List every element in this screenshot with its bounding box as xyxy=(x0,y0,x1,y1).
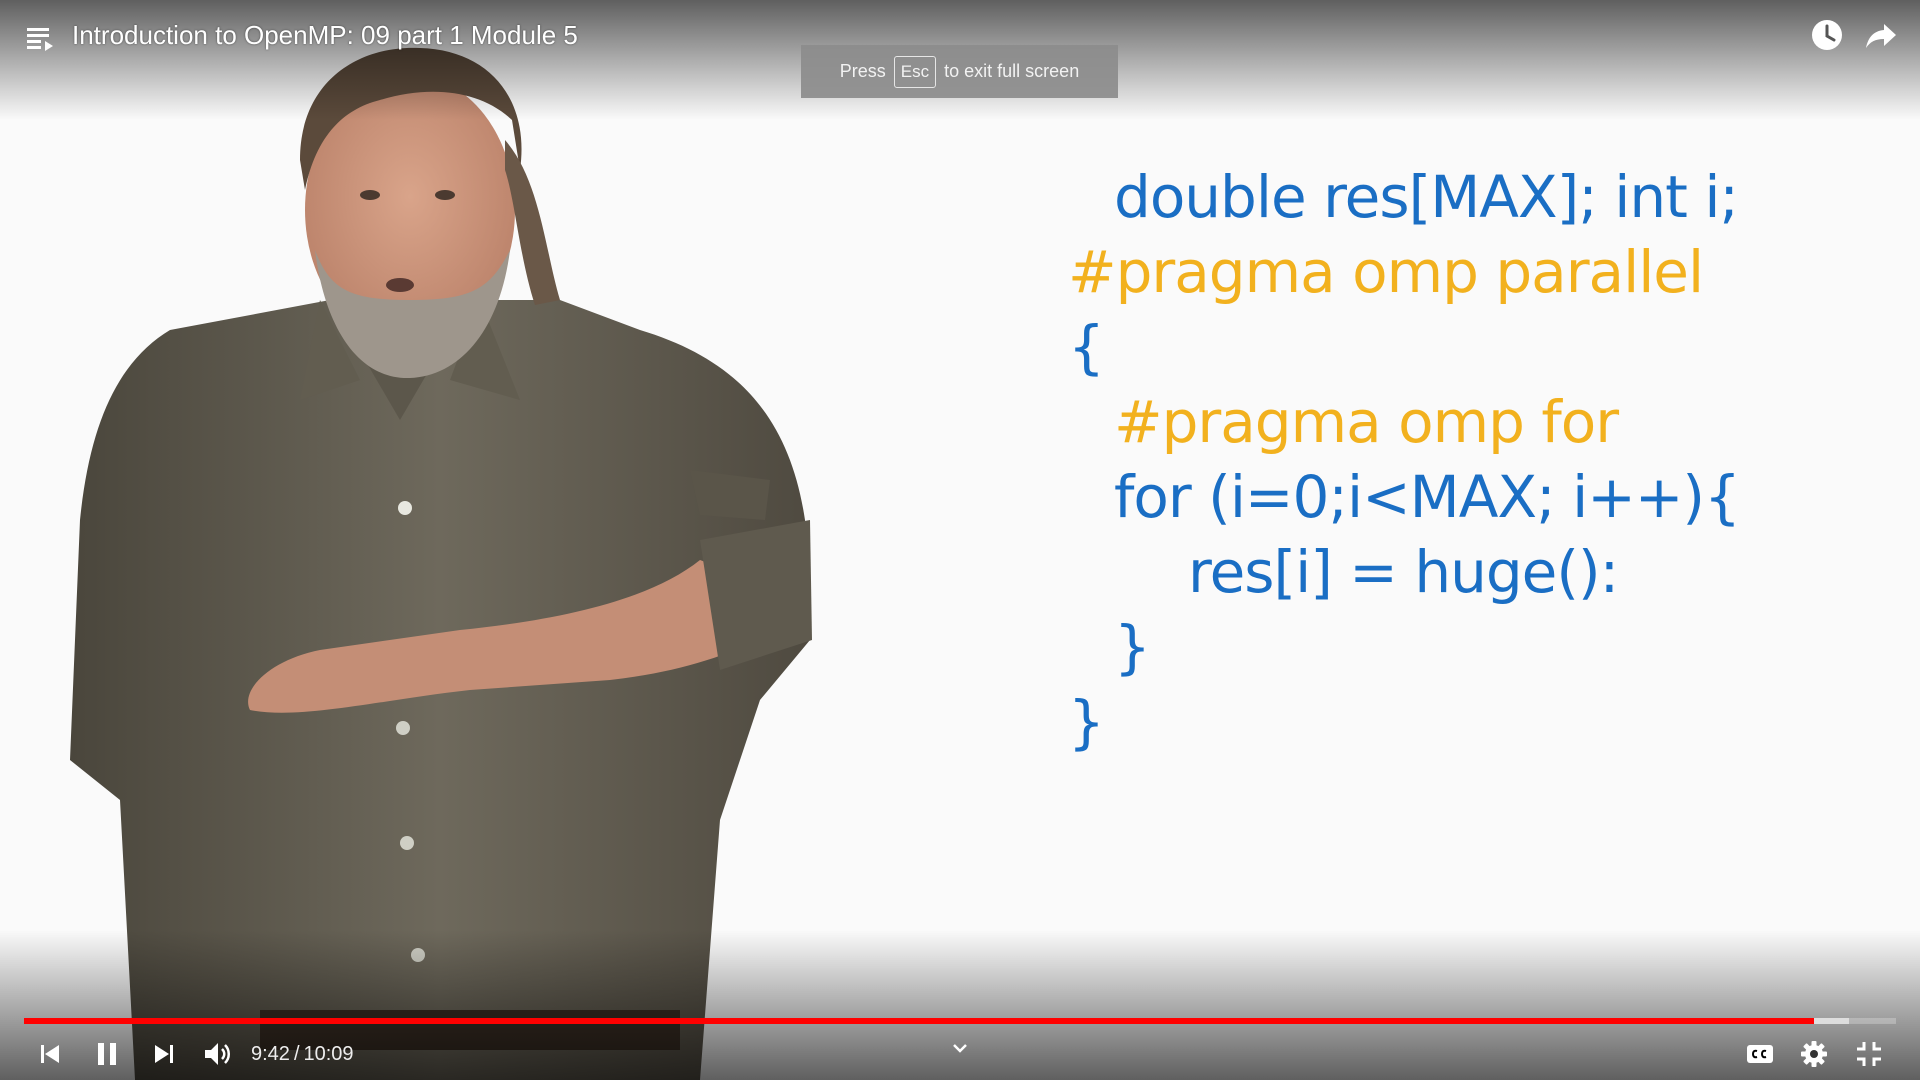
volume-icon xyxy=(205,1043,230,1065)
previous-button[interactable] xyxy=(32,1036,68,1072)
code-line: res[i] = huge(): xyxy=(1188,538,1619,606)
playlist-button[interactable] xyxy=(24,22,56,54)
time-separator: / xyxy=(293,1043,300,1065)
code-line: } xyxy=(1114,613,1151,681)
toast-prefix: Press xyxy=(839,61,886,81)
gear-icon xyxy=(1801,1041,1827,1067)
code-line: { xyxy=(1068,313,1105,381)
code-line: #pragma omp for xyxy=(1114,388,1619,456)
code-line: for (i=0;i<MAX; i++){ xyxy=(1114,463,1741,531)
player-controls: 9:42/10:09 xyxy=(0,1030,1920,1076)
chevron-down-icon xyxy=(953,1044,967,1053)
clock-icon xyxy=(1812,20,1842,50)
current-time: 9:42 xyxy=(251,1043,290,1065)
watch-later-button[interactable] xyxy=(1808,16,1846,54)
exit-fullscreen-button[interactable] xyxy=(1851,1036,1887,1072)
video-title[interactable]: Introduction to OpenMP: 09 part 1 Module… xyxy=(72,18,578,52)
code-line: #pragma omp parallel xyxy=(1068,238,1704,306)
time-display: 9:42/10:09 xyxy=(251,1040,354,1068)
exit-fullscreen-icon xyxy=(1857,1042,1881,1066)
progress-bar[interactable] xyxy=(24,1018,1896,1024)
captions-icon xyxy=(1747,1045,1773,1063)
code-line: double res[MAX]; int i; xyxy=(1114,163,1739,231)
video-player[interactable]: double res[MAX]; int i; #pragma omp para… xyxy=(0,0,1920,1080)
next-icon xyxy=(155,1045,173,1063)
pause-icon xyxy=(98,1043,116,1065)
code-line: } xyxy=(1068,688,1105,756)
settings-button[interactable] xyxy=(1796,1036,1832,1072)
previous-icon xyxy=(41,1045,59,1063)
presenter-image xyxy=(70,47,812,1080)
share-button[interactable] xyxy=(1862,16,1900,54)
toast-suffix: to exit full screen xyxy=(944,61,1080,81)
share-arrow-icon xyxy=(1866,24,1896,48)
volume-button[interactable] xyxy=(199,1036,235,1072)
next-button[interactable] xyxy=(146,1036,182,1072)
pause-button[interactable] xyxy=(89,1036,125,1072)
duration: 10:09 xyxy=(303,1043,354,1065)
progress-played xyxy=(24,1018,1814,1024)
chevron-button[interactable] xyxy=(942,1030,978,1066)
captions-button[interactable] xyxy=(1742,1036,1778,1072)
esc-key-badge: Esc xyxy=(893,55,937,88)
fullscreen-toast: Press Esc to exit full screen xyxy=(801,45,1118,98)
video-frame[interactable]: double res[MAX]; int i; #pragma omp para… xyxy=(0,0,1920,1080)
playlist-icon xyxy=(27,28,53,51)
code-slide: double res[MAX]; int i; #pragma omp para… xyxy=(1068,160,1888,760)
